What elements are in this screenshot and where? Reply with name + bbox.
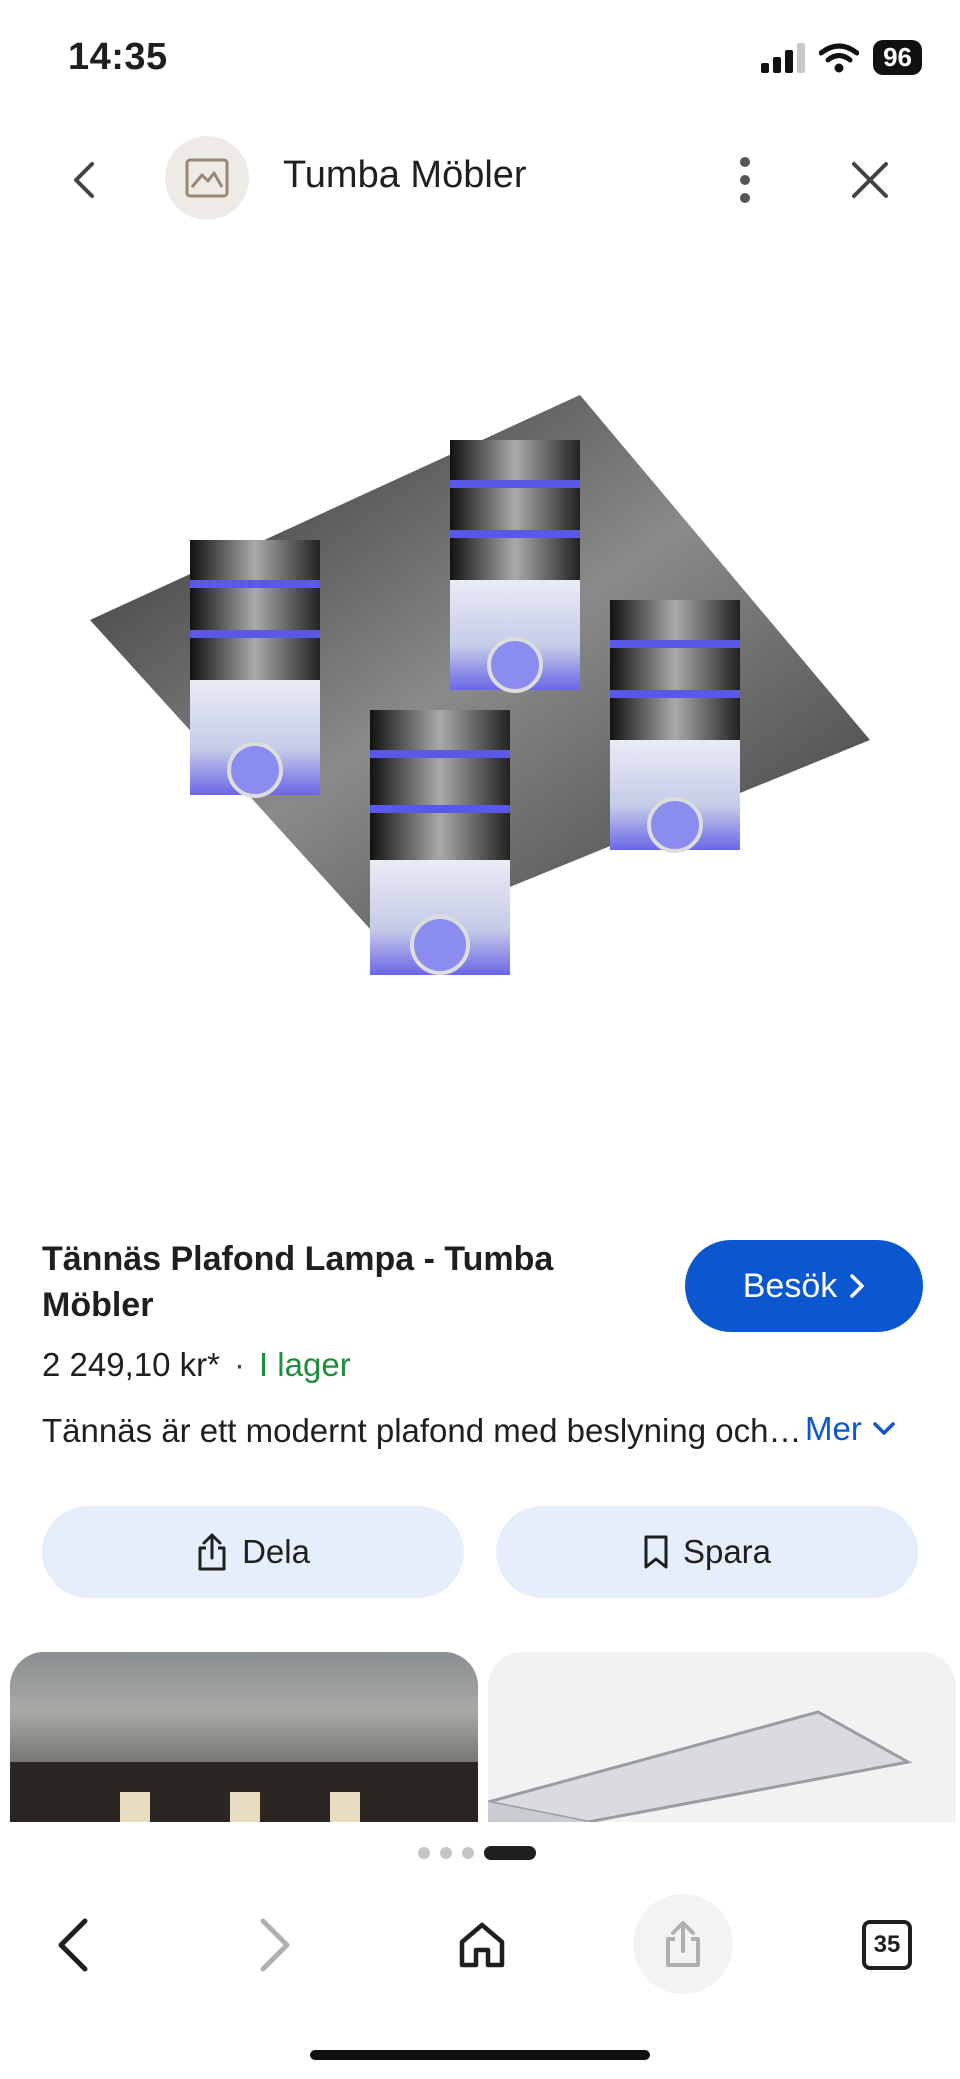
bookmark-icon (644, 1535, 668, 1569)
more-vertical-icon (740, 157, 750, 203)
carousel-dot-active (484, 1846, 536, 1860)
browser-share-button[interactable] (633, 1894, 733, 1994)
carousel-dot (440, 1847, 452, 1859)
share-label: Dela (242, 1533, 310, 1570)
browser-back-button[interactable] (38, 1910, 108, 1980)
more-options-button[interactable] (728, 152, 762, 208)
carousel-dot (462, 1847, 474, 1859)
visit-button[interactable]: Besök (685, 1240, 923, 1332)
signal-icon (761, 42, 806, 73)
wifi-icon (819, 43, 860, 72)
save-label: Spara (682, 1533, 772, 1570)
share-icon (666, 1921, 700, 1967)
carousel-dot (418, 1847, 430, 1859)
tabs-button[interactable]: 35 (852, 1910, 922, 1980)
arrow-left-icon (58, 1918, 88, 1972)
thumbnail-illustration (488, 1710, 913, 1822)
thumbnail-illustration (10, 1762, 478, 1822)
status-icons: 96 (761, 40, 922, 75)
share-icon (198, 1533, 226, 1571)
save-button[interactable]: Spara (496, 1506, 918, 1598)
image-placeholder-icon (185, 158, 229, 198)
site-title: Tumba Möbler (283, 154, 527, 196)
related-image-thumbnail[interactable] (488, 1652, 956, 1822)
product-description: Tännäs är ett modernt plafond med beslyn… (42, 1412, 802, 1449)
tab-count: 35 (862, 1920, 912, 1970)
chevron-left-icon (74, 162, 94, 198)
more-label: Mer (805, 1410, 862, 1447)
status-time: 14:35 (68, 36, 168, 78)
chevron-down-icon (873, 1422, 895, 1435)
product-price: 2 249,10 kr* (42, 1346, 220, 1383)
home-icon (459, 1922, 505, 1968)
home-button[interactable] (447, 1910, 517, 1980)
arrow-right-icon (260, 1918, 290, 1972)
browser-forward-button[interactable] (240, 1910, 310, 1980)
back-button[interactable] (72, 150, 112, 210)
product-image[interactable] (80, 380, 880, 1010)
related-image-thumbnail[interactable] (10, 1652, 478, 1822)
more-link[interactable]: Mer (805, 1410, 896, 1448)
home-indicator (310, 2050, 650, 2060)
close-icon (852, 162, 888, 198)
price-row: 2 249,10 kr* · I lager (42, 1346, 351, 1384)
product-title: Tännäs Plafond Lampa - Tumba Möbler (42, 1240, 554, 1324)
separator: · (233, 1346, 245, 1383)
stock-status: I lager (258, 1346, 351, 1383)
share-button[interactable]: Dela (42, 1506, 464, 1598)
battery-indicator: 96 (873, 40, 922, 75)
visit-label: Besök (742, 1266, 838, 1305)
site-avatar[interactable] (165, 136, 249, 220)
carousel-indicator (418, 1846, 536, 1860)
close-button[interactable] (846, 156, 894, 204)
chevron-right-icon (850, 1274, 864, 1298)
